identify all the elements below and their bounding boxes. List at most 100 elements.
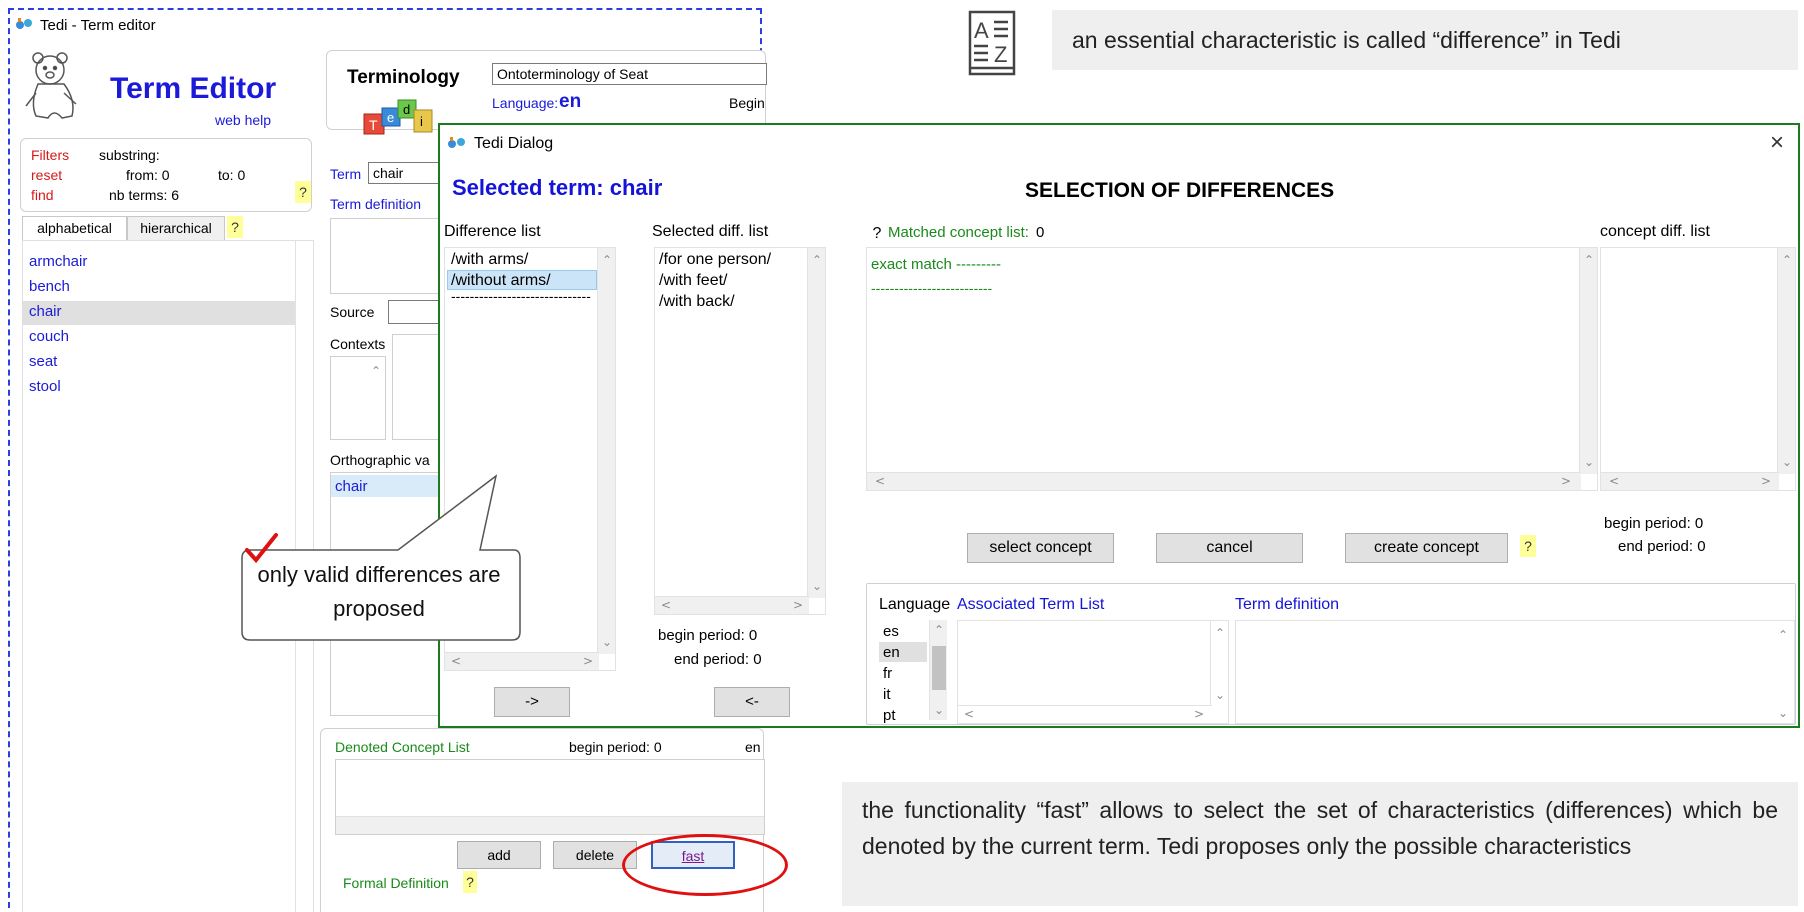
term-list-item[interactable]: armchair — [29, 253, 87, 270]
term-list-item[interactable]: couch — [29, 328, 69, 345]
matched-concept-list[interactable]: exact match --------- ------------------… — [866, 247, 1598, 491]
cancel-button[interactable]: cancel — [1156, 533, 1303, 563]
difference-list-item[interactable]: /with arms/ — [451, 251, 528, 269]
language-item[interactable]: it — [883, 686, 891, 703]
from-label: from: 0 — [126, 167, 170, 183]
svg-text:T: T — [369, 117, 378, 133]
associated-term-list[interactable]: ⌃ ⌄ < > — [957, 620, 1229, 724]
selected-end-period: end period: 0 — [674, 651, 762, 668]
find-link[interactable]: find — [31, 187, 54, 203]
substring-label: substring: — [99, 147, 160, 163]
language-item[interactable]: es — [883, 623, 899, 640]
svg-text:i: i — [420, 114, 423, 129]
language-item[interactable]: en — [883, 644, 900, 661]
denoted-end-period: en — [745, 739, 761, 755]
associated-vscroll[interactable]: ⌃ ⌄ — [1210, 621, 1228, 707]
language-vscroll[interactable]: ⌃ ⌄ — [929, 620, 947, 720]
selected-diff-label: Selected diff. list — [652, 223, 769, 240]
filters-panel: Filters reset find substring: from: 0 to… — [20, 138, 312, 212]
fast-explanation: the functionality “fast” allows to selec… — [842, 782, 1798, 906]
add-button[interactable]: add — [457, 841, 541, 869]
difference-callout: an essential characteristic is called “d… — [1052, 10, 1798, 70]
selected-diff-hscroll[interactable]: < > — [655, 596, 809, 614]
selected-term-heading: Selected term: chair — [452, 175, 663, 200]
dialog-term-definition-label: Term definition — [1235, 596, 1340, 613]
term-list-item[interactable]: bench — [29, 278, 70, 295]
orthographic-label: Orthographic va — [330, 452, 430, 468]
term-list-item[interactable]: stool — [29, 378, 61, 395]
tab-alphabetical[interactable]: alphabetical — [22, 216, 127, 240]
begin-label: Begin — [729, 95, 765, 111]
svg-text:Z: Z — [994, 42, 1007, 67]
window-title: Tedi - Term editor — [40, 17, 156, 34]
selected-diff-vscroll[interactable]: ⌃ ⌄ — [807, 248, 825, 598]
bear-mascot-icon — [20, 48, 82, 124]
language-list[interactable]: es en fr it pt ⌃ ⌄ — [879, 620, 949, 724]
fast-highlight-oval — [622, 834, 788, 896]
move-left-button[interactable]: <- — [714, 687, 790, 717]
denoted-concept-hscroll[interactable] — [336, 816, 764, 834]
svg-text:A: A — [974, 18, 989, 43]
filters-help-button[interactable]: ? — [295, 181, 311, 203]
formal-definition-label: Formal Definition — [343, 875, 449, 891]
concept-begin-period: begin period: 0 — [1604, 515, 1704, 532]
selected-diff-list[interactable]: /for one person/ /with feet/ /with back/… — [654, 247, 826, 615]
denoted-begin-period: begin period: 0 — [569, 739, 662, 755]
language-panel: Language es en fr it pt ⌃ ⌄ Associated Te… — [866, 583, 1796, 725]
tab-hierarchical[interactable]: hierarchical — [127, 216, 225, 240]
term-definition-box[interactable] — [330, 218, 440, 294]
matched-help-button[interactable]: ? — [870, 223, 884, 245]
create-concept-button[interactable]: create concept — [1345, 533, 1508, 563]
close-icon[interactable]: × — [1770, 129, 1784, 157]
associated-hscroll[interactable]: < > — [958, 705, 1212, 723]
dialog-app-icon — [446, 135, 468, 151]
matched-separator: -------------------------- — [871, 280, 993, 296]
dialog-help-button[interactable]: ? — [1520, 535, 1536, 557]
selected-diff-item[interactable]: /with back/ — [659, 293, 735, 311]
term-list-item[interactable]: chair — [29, 303, 62, 320]
select-concept-button[interactable]: select concept — [967, 533, 1114, 563]
language-label: Language: — [492, 95, 559, 111]
selected-diff-item[interactable]: /with feet/ — [659, 272, 727, 290]
formal-help-button[interactable]: ? — [463, 871, 477, 893]
tedi-dialog: Tedi Dialog × Selected term: chair SELEC… — [438, 123, 1800, 728]
concept-end-period: end period: 0 — [1618, 538, 1706, 555]
term-selected-highlight — [23, 301, 295, 325]
difference-list-label: Difference list — [444, 223, 541, 240]
matched-item[interactable]: exact match --------- — [871, 256, 1001, 273]
web-help-link[interactable]: web help — [215, 112, 271, 128]
dialog-term-definition-box[interactable]: ⌃ ⌄ — [1235, 620, 1795, 724]
dialog-title: Tedi Dialog — [474, 135, 554, 152]
term-list-item[interactable]: seat — [29, 353, 57, 370]
difference-list-vscroll[interactable]: ⌃ ⌄ — [597, 248, 615, 654]
language-item[interactable]: fr — [883, 665, 892, 682]
denoted-concept-list[interactable] — [335, 759, 765, 835]
tabs-help-button[interactable]: ? — [227, 216, 243, 238]
to-label: to: 0 — [218, 167, 246, 183]
checkmark-icon — [245, 533, 278, 564]
matched-hscroll[interactable]: < > — [867, 472, 1581, 490]
tab-alphabetical-label: alphabetical — [37, 220, 112, 236]
terminology-label: Terminology — [347, 67, 460, 88]
terminology-field[interactable] — [492, 63, 767, 85]
contexts-list[interactable]: ⌃ — [330, 356, 386, 440]
source-label: Source — [330, 304, 375, 320]
denoted-concept-label: Denoted Concept List — [335, 739, 470, 755]
concept-diff-vscroll[interactable]: ⌃ ⌄ — [1777, 248, 1795, 474]
language-value: en — [559, 91, 582, 112]
concept-diff-label: concept diff. list — [1600, 223, 1710, 240]
move-right-button[interactable]: -> — [494, 687, 570, 717]
concept-diff-list[interactable]: ⌃ ⌄ < > — [1600, 247, 1796, 491]
matched-vscroll[interactable]: ⌃ ⌄ — [1579, 248, 1597, 474]
selected-diff-item[interactable]: /for one person/ — [659, 251, 771, 269]
tedi-blocks-logo: T e d i — [360, 98, 440, 142]
difference-list-hscroll[interactable]: < > — [445, 652, 599, 670]
language-label: Language — [879, 596, 951, 613]
language-item[interactable]: pt — [883, 707, 896, 724]
filters-label: Filters — [31, 147, 70, 163]
term-definition-label: Term definition — [330, 196, 422, 212]
concept-diff-hscroll[interactable]: < > — [1601, 472, 1779, 490]
contexts-scroll-up[interactable]: ⌃ — [371, 365, 381, 377]
reset-link[interactable]: reset — [31, 167, 62, 183]
term-field[interactable] — [368, 162, 448, 184]
